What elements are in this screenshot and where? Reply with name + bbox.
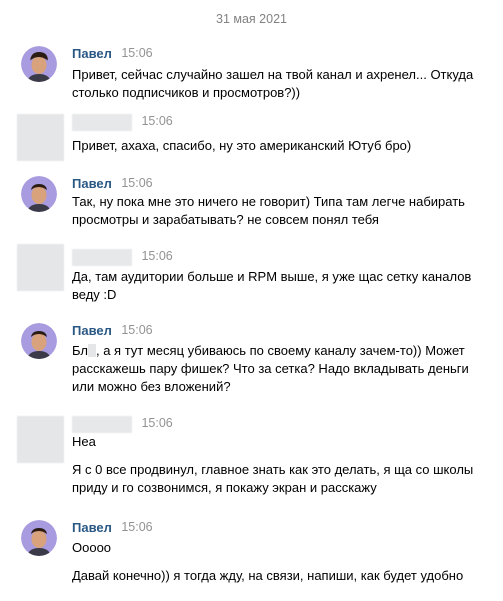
message-text: Привет, ахаха, спасибо, ну это американс… xyxy=(72,138,412,153)
message-time[interactable]: 15:06 xyxy=(121,176,152,190)
author-name[interactable]: Павел xyxy=(72,46,112,61)
message-time[interactable]: 15:06 xyxy=(141,416,172,430)
author-name[interactable]: Павел xyxy=(72,176,112,191)
author-name[interactable] xyxy=(72,114,132,131)
author-name[interactable] xyxy=(72,416,132,433)
message-time[interactable]: 15:06 xyxy=(121,520,152,534)
chat-history: 31 мая 2021 Павел 15:06 Привет, сейчас с… xyxy=(0,0,503,601)
avatar[interactable] xyxy=(17,416,64,463)
message-text: Так, ну пока мне это ничего не говорит) … xyxy=(72,194,465,227)
message-time[interactable]: 15:06 xyxy=(141,114,172,128)
message-time[interactable]: 15:06 xyxy=(121,323,152,337)
author-name[interactable]: Павел xyxy=(72,520,112,535)
message-text: Ооооо Давай конечно)) я тогда жду, на св… xyxy=(72,540,464,583)
message-time[interactable]: 15:06 xyxy=(121,46,152,60)
author-name[interactable] xyxy=(72,249,132,266)
message-text: Неа Я с 0 все продвинул, главное знать к… xyxy=(72,434,474,495)
author-name[interactable]: Павел xyxy=(72,323,112,338)
avatar[interactable] xyxy=(21,176,57,212)
avatar[interactable] xyxy=(17,114,64,161)
date-divider: 31 мая 2021 xyxy=(216,12,287,26)
message-text: Привет, сейчас случайно зашел на твой ка… xyxy=(72,67,474,100)
avatar[interactable] xyxy=(21,46,57,82)
message-text: Да, там аудитории больше и RPM выше, я у… xyxy=(72,269,472,302)
avatar[interactable] xyxy=(21,323,57,359)
redaction xyxy=(87,344,96,357)
message-time[interactable]: 15:06 xyxy=(141,249,172,263)
avatar[interactable] xyxy=(21,520,57,556)
message-text: Бл, а я тут месяц убиваюсь по своему кан… xyxy=(72,343,469,394)
avatar[interactable] xyxy=(17,244,64,291)
